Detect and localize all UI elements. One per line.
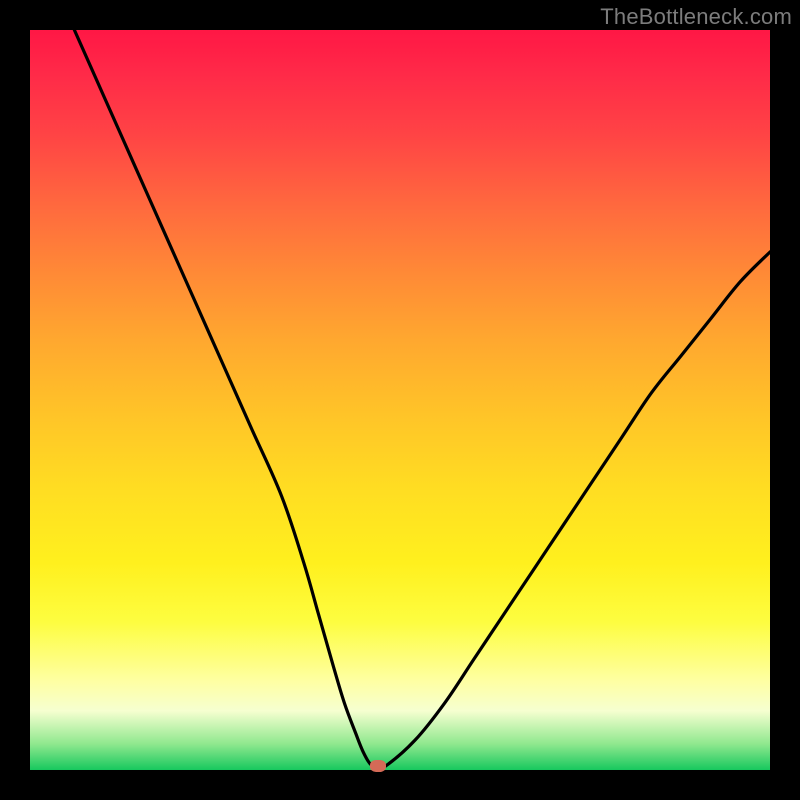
chart-frame: TheBottleneck.com [0,0,800,800]
plot-area [30,30,770,770]
optimal-point-marker [370,760,386,772]
bottleneck-curve [30,30,770,770]
watermark-text: TheBottleneck.com [600,4,792,30]
